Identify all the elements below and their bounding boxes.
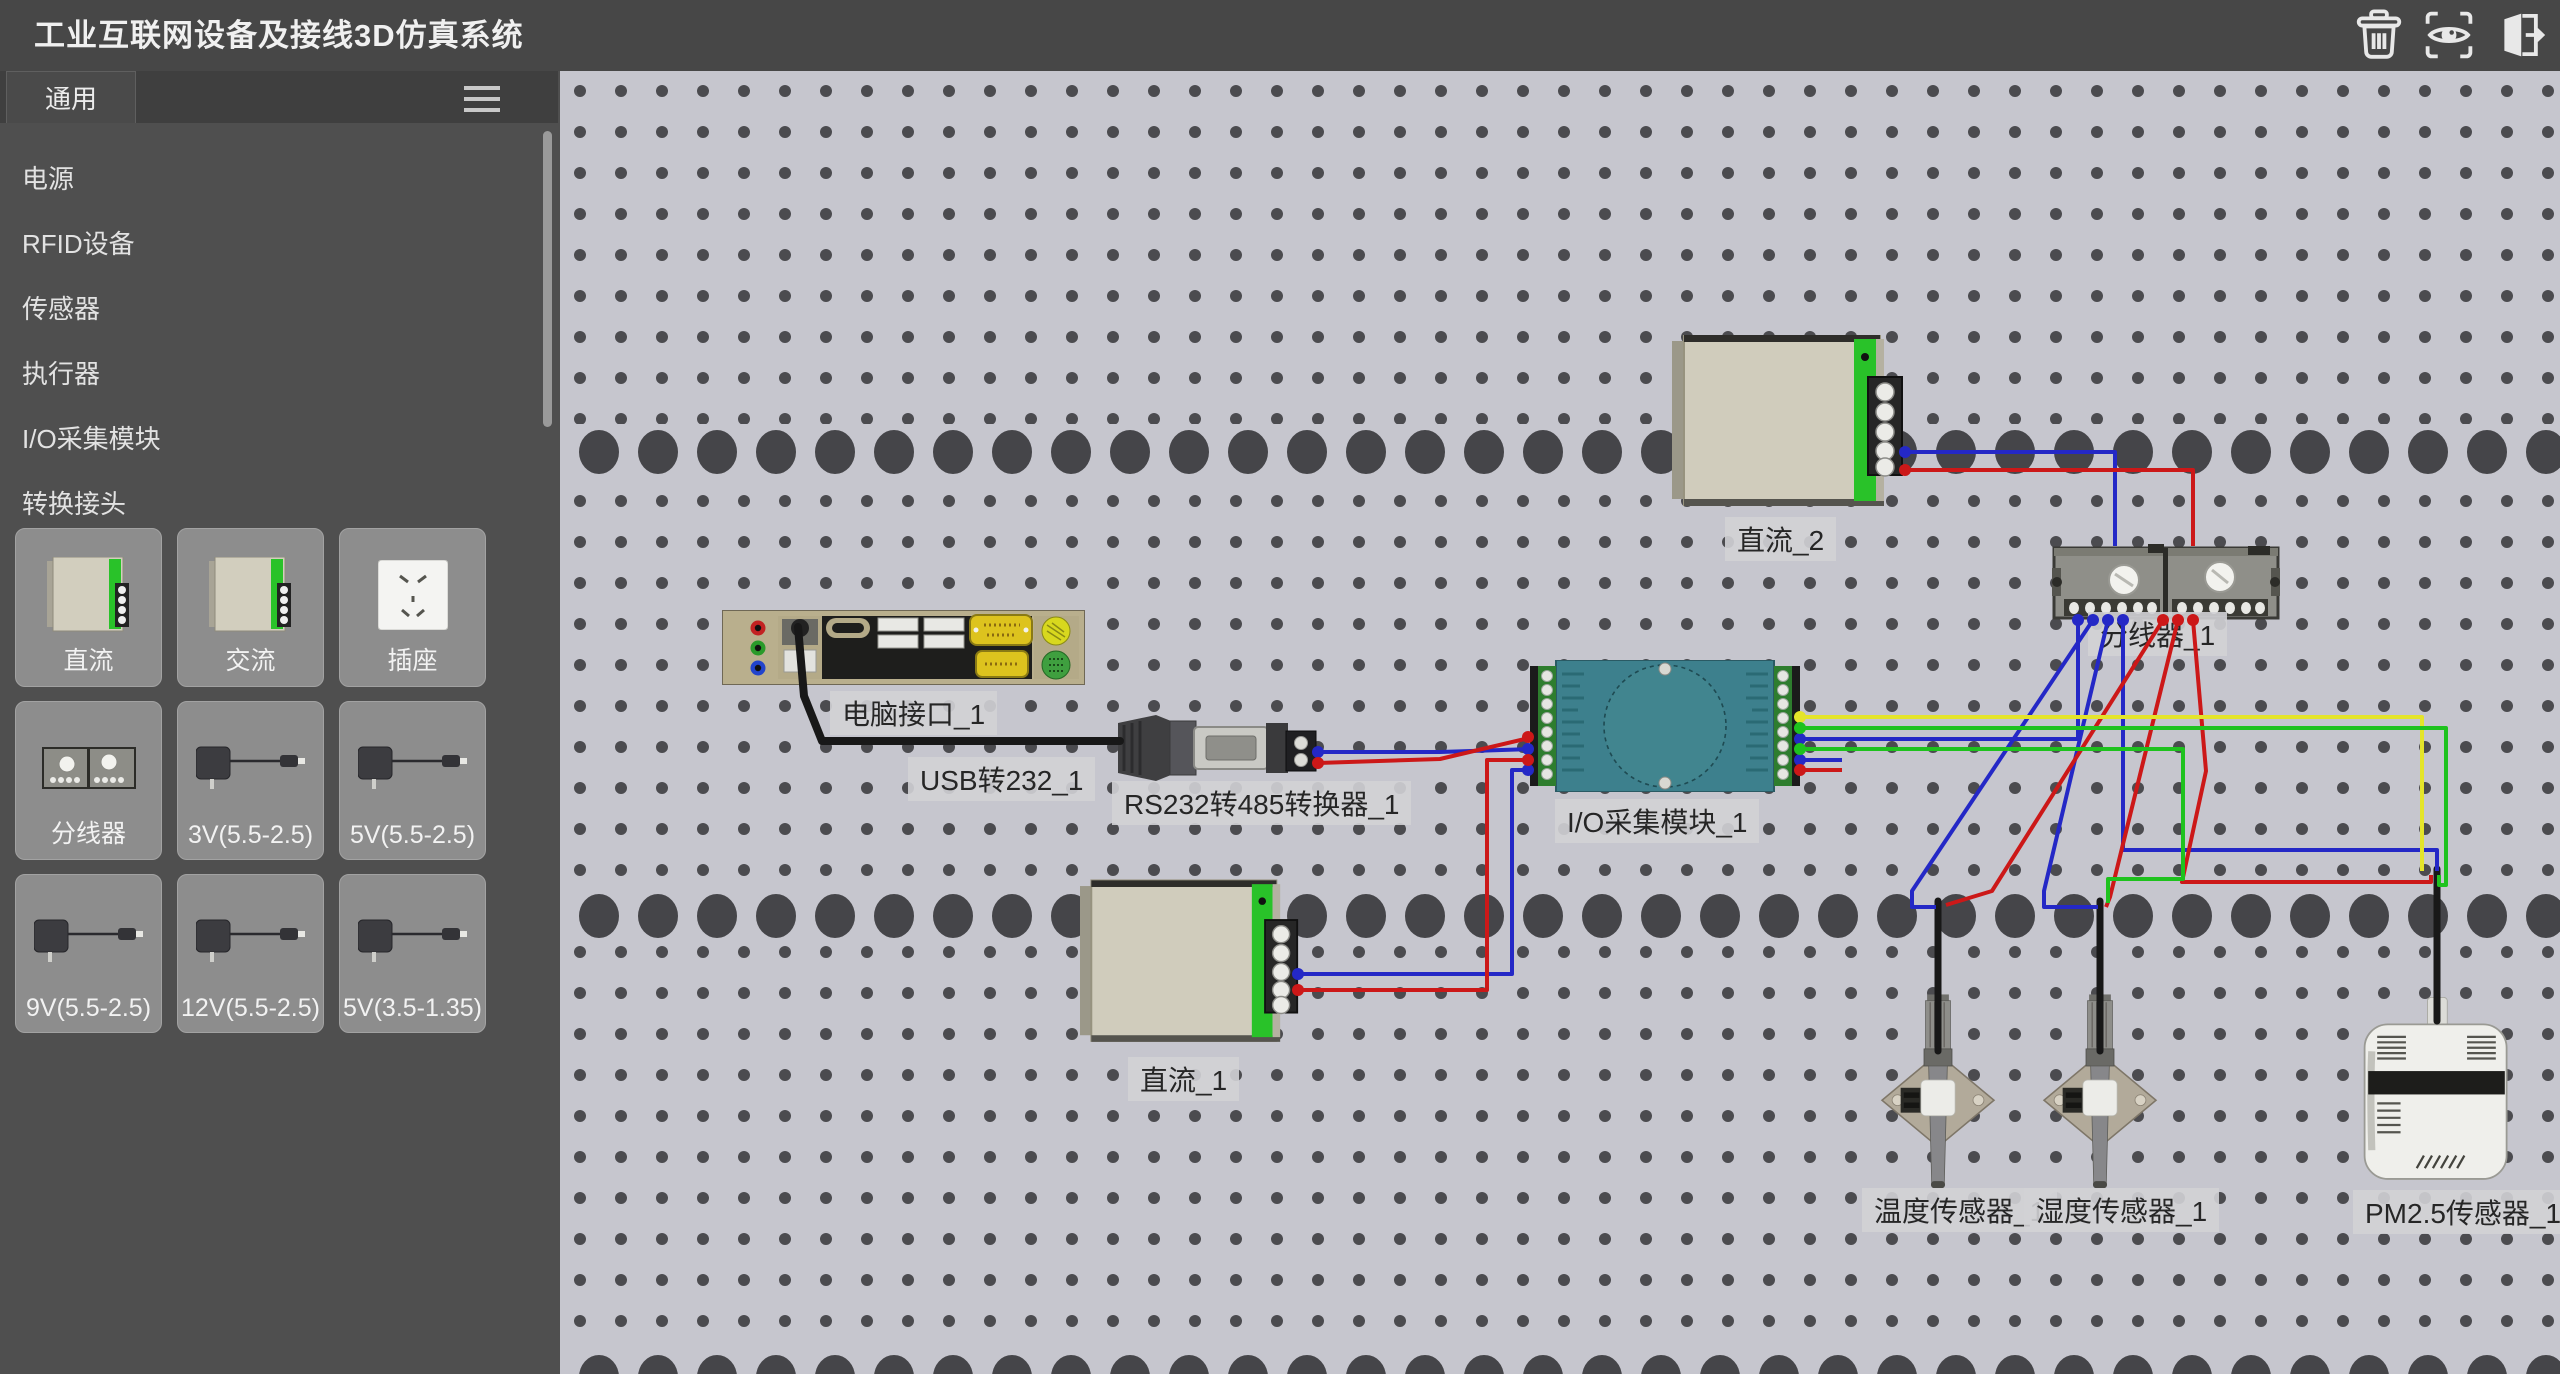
palette-item-9v[interactable]: 9V(5.5-2.5) bbox=[15, 874, 162, 1033]
device-tag: 直流_1 bbox=[1128, 1057, 1239, 1101]
category-rfid[interactable]: RFID设备 bbox=[0, 212, 558, 277]
splitter-thumbnail bbox=[41, 746, 137, 790]
palette-item-ac[interactable]: 交流 bbox=[177, 528, 324, 687]
device-tag: USB转232_1 bbox=[908, 757, 1095, 801]
canvas[interactable]: 直流_2 电脑接口_1 USB转232_1 RS232转485转换器_1 I/O… bbox=[560, 71, 2560, 1374]
tab-general[interactable]: 通用 bbox=[6, 71, 136, 123]
adapter-thumbnail bbox=[196, 918, 306, 964]
sidebar: 通用 电源 RFID设备 传感器 执行器 I/O采集模块 转换接头 直流 交流 … bbox=[0, 71, 558, 1374]
palette-item-3v[interactable]: 3V(5.5-2.5) bbox=[177, 701, 324, 860]
device-tag: PM2.5传感器_1 bbox=[2353, 1190, 2560, 1234]
device-tag: 直流_2 bbox=[1725, 517, 1836, 561]
category-sensor[interactable]: 传感器 bbox=[0, 277, 558, 342]
category-power[interactable]: 电源 bbox=[0, 147, 558, 212]
socket-thumbnail bbox=[378, 560, 448, 630]
palette-item-dc[interactable]: 直流 bbox=[15, 528, 162, 687]
category-list: 电源 RFID设备 传感器 执行器 I/O采集模块 转换接头 bbox=[0, 123, 558, 537]
device-palette: 直流 交流 插座 分线器 3V(5.5-2.5) 5V(5.5-2.5) 9V(… bbox=[15, 528, 486, 1033]
ac-supply-thumbnail bbox=[209, 557, 293, 633]
device-io-acquisition-module[interactable] bbox=[1530, 660, 1800, 792]
eye-focus-icon bbox=[2422, 8, 2476, 62]
app-title: 工业互联网设备及接线3D仿真系统 bbox=[0, 0, 2560, 71]
device-tag: RS232转485转换器_1 bbox=[1112, 781, 1411, 825]
category-actuator[interactable]: 执行器 bbox=[0, 342, 558, 407]
palette-item-5v-135[interactable]: 5V(3.5-1.35) bbox=[339, 874, 486, 1033]
palette-item-splitter[interactable]: 分线器 bbox=[15, 701, 162, 860]
exit-button[interactable] bbox=[2492, 8, 2546, 62]
device-tag: 分线器_1 bbox=[2088, 612, 2227, 656]
adapter-thumbnail bbox=[196, 745, 306, 791]
adapter-thumbnail bbox=[358, 745, 468, 791]
device-tag: 湿度传感器_1 bbox=[2024, 1188, 2219, 1232]
device-pc-interface[interactable] bbox=[722, 610, 1085, 685]
title-bar: 工业互联网设备及接线3D仿真系统 bbox=[0, 0, 2560, 71]
device-humidity-sensor[interactable] bbox=[2039, 982, 2161, 1192]
palette-item-12v[interactable]: 12V(5.5-2.5) bbox=[177, 874, 324, 1033]
trash-icon bbox=[2352, 8, 2406, 62]
dc-supply-thumbnail bbox=[47, 557, 131, 633]
delete-button[interactable] bbox=[2352, 8, 2406, 62]
device-temperature-sensor[interactable] bbox=[1877, 982, 1999, 1192]
toolbar bbox=[2352, 8, 2546, 62]
adapter-thumbnail bbox=[358, 918, 468, 964]
device-pm25-sensor[interactable] bbox=[2361, 997, 2512, 1182]
device-dc-power-1[interactable] bbox=[1080, 878, 1300, 1048]
palette-item-5v[interactable]: 5V(5.5-2.5) bbox=[339, 701, 486, 860]
exit-icon bbox=[2492, 8, 2546, 62]
device-rs232-485-converter[interactable] bbox=[1118, 715, 1318, 781]
device-dc-power-2[interactable] bbox=[1672, 335, 1905, 510]
sidebar-header: 通用 bbox=[0, 71, 558, 123]
menu-icon[interactable] bbox=[464, 86, 500, 119]
view-reset-button[interactable] bbox=[2422, 8, 2476, 62]
category-io-module[interactable]: I/O采集模块 bbox=[0, 407, 558, 472]
device-tag: 电脑接口_1 bbox=[830, 691, 997, 735]
palette-item-socket[interactable]: 插座 bbox=[339, 528, 486, 687]
adapter-thumbnail bbox=[34, 918, 144, 964]
category-scrollbar[interactable] bbox=[543, 131, 552, 427]
device-splitter[interactable] bbox=[2052, 542, 2280, 622]
device-tag: I/O采集模块_1 bbox=[1555, 799, 1759, 843]
